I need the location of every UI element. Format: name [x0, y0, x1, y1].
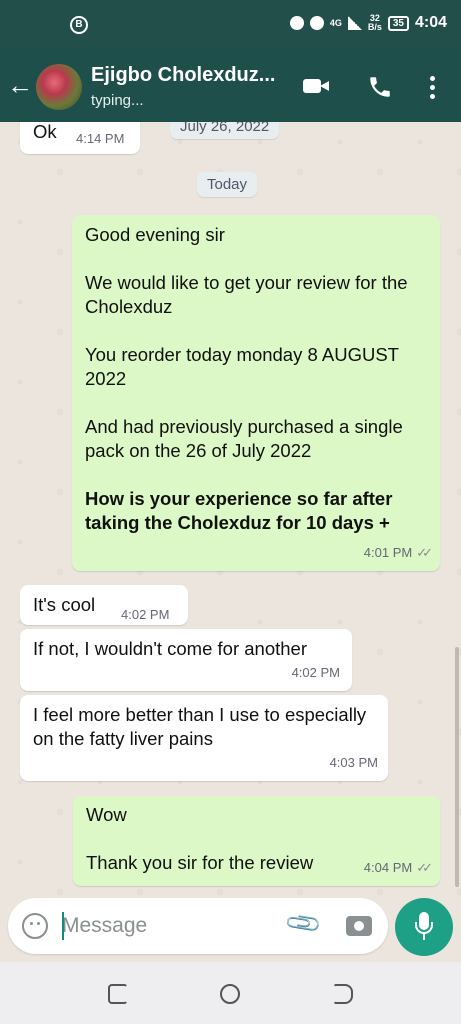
b-notification-icon: B	[70, 16, 88, 34]
message-time: 4:04 PM ✓✓	[363, 856, 433, 880]
contact-name[interactable]: Ejigbo Cholexduz...	[91, 64, 291, 87]
paperclip-icon[interactable]: 📎	[284, 904, 324, 945]
status-bar: B 4G 32 B/s 35 4:04	[0, 0, 461, 50]
phone-icon[interactable]	[367, 74, 395, 100]
contact-status: typing...	[91, 92, 144, 109]
message-text: It's cool	[33, 594, 96, 615]
camera-icon[interactable]	[346, 916, 372, 936]
message-time: 4:02 PM	[291, 665, 340, 680]
message-input[interactable]	[62, 912, 262, 940]
chat-area[interactable]: Ok 4:14 PM July 26, 2022 Today Good even…	[0, 122, 461, 898]
message-time: 4:02 PM	[121, 607, 170, 622]
message-paragraph-bold: How is your experience so far after taki…	[85, 488, 393, 533]
video-call-icon[interactable]	[303, 74, 331, 100]
contact-avatar[interactable]	[36, 64, 82, 110]
emoji-icon[interactable]	[22, 913, 48, 939]
message-time: 4:14 PM	[76, 131, 125, 146]
message-text: I feel more better than I use to especia…	[33, 704, 367, 749]
network-type: 4G	[329, 17, 342, 28]
message-paragraph: And had previously purchased a single pa…	[85, 416, 403, 461]
message-time-text: 4:04 PM	[363, 860, 413, 875]
message-time: 4:01 PM ✓✓	[363, 541, 433, 565]
status-clock: 4:04	[414, 14, 447, 31]
double-check-icon: ✓✓	[416, 545, 433, 560]
message-paragraph: Wow	[86, 804, 127, 825]
chat-scrollbar[interactable]	[455, 647, 459, 887]
back-nav-icon[interactable]	[333, 984, 353, 1004]
message-text: Wow Thank you sir for the review	[86, 803, 356, 875]
message-time: 4:03 PM	[329, 755, 378, 770]
data-speed-unit: B/s	[367, 22, 382, 32]
date-separator-today: Today	[197, 172, 258, 197]
hotspot-icon	[309, 16, 324, 30]
message-bubble-outgoing[interactable]: Good evening sir We would like to get yo…	[72, 215, 440, 571]
message-bubble-incoming[interactable]: I feel more better than I use to especia…	[20, 695, 388, 781]
message-paragraph: Thank you sir for the review	[86, 852, 314, 873]
message-bubble-incoming[interactable]: Ok 4:14 PM	[20, 122, 140, 154]
message-composer: 📎	[8, 898, 388, 954]
message-time-text: 4:01 PM	[363, 545, 413, 560]
message-paragraph: Good evening sir	[85, 224, 225, 245]
recent-apps-icon[interactable]	[108, 984, 128, 1004]
date-separator: July 26, 2022	[170, 122, 280, 139]
message-paragraph: You reorder today monday 8 AUGUST 2022	[85, 344, 399, 389]
arrow-left-icon[interactable]: ←	[6, 72, 34, 100]
battery-icon: 35	[387, 15, 409, 31]
alarm-icon	[289, 16, 304, 30]
double-check-icon: ✓✓	[416, 860, 433, 875]
message-text: If not, I wouldn't come for another	[33, 638, 307, 659]
message-text: Good evening sir We would like to get yo…	[85, 223, 425, 535]
chat-header: ← Ejigbo Cholexduz... typing...	[0, 50, 461, 122]
text-cursor	[62, 912, 64, 940]
home-icon[interactable]	[220, 984, 240, 1004]
message-paragraph: We would like to get your review for the…	[85, 272, 408, 317]
system-nav-bar	[0, 962, 461, 1024]
signal-icon	[347, 16, 362, 30]
status-icons: 4G 32 B/s 35 4:04	[289, 14, 447, 32]
message-text: Ok	[33, 122, 57, 142]
message-bubble-outgoing[interactable]: Wow Thank you sir for the review 4:04 PM…	[73, 796, 440, 886]
message-bubble-incoming[interactable]: It's cool 4:02 PM	[20, 585, 188, 625]
more-vert-icon[interactable]	[424, 74, 440, 100]
mic-button[interactable]	[395, 898, 453, 956]
message-bubble-incoming[interactable]: If not, I wouldn't come for another 4:02…	[20, 629, 352, 691]
data-speed: 32 B/s	[368, 14, 382, 32]
